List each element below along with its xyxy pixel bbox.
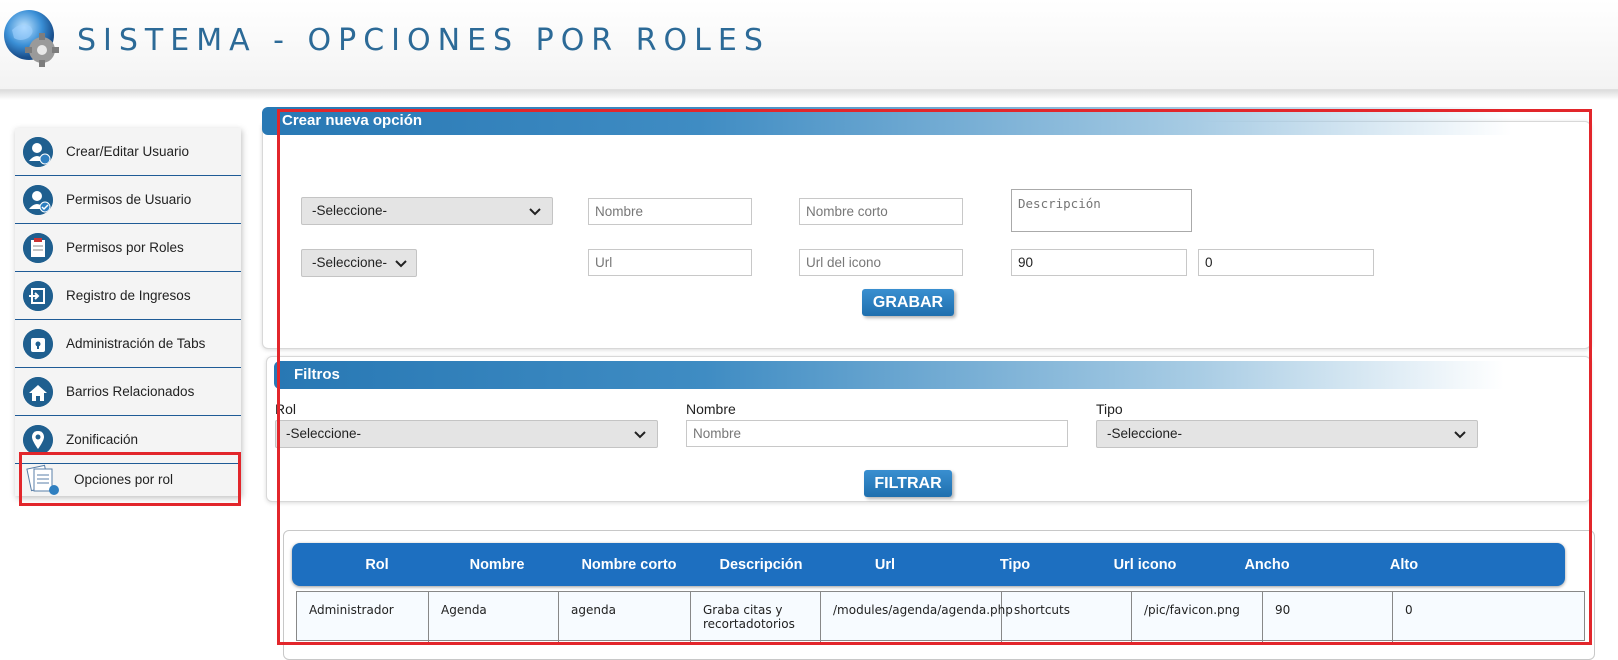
sidebar-menu: Crear/Editar Usuario Permisos de Usuario… [15,128,241,506]
create-panel-title: Crear nueva opción [262,107,1512,135]
home-icon [23,377,53,407]
login-icon [23,281,53,311]
column-header-alto: Alto [1389,557,1419,573]
clipboard-icon [23,233,53,263]
cell-url: /modules/agenda/agenda.php [821,592,1013,642]
column-header-descripcion: Descripción [719,557,803,573]
sidebar-item-permisos-por-roles[interactable]: Permisos por Roles [15,224,241,272]
sidebar-item-label: Permisos por Roles [66,240,184,255]
sidebar-item-label: Administración de Tabs [66,336,206,351]
select-value: -Seleccione- [312,255,388,270]
sidebar-item-label: Crear/Editar Usuario [66,144,190,159]
grabar-button[interactable]: GRABAR [862,289,954,316]
user-edit-icon [23,137,53,167]
create-select-1[interactable]: -Seleccione- [301,197,553,225]
nombre-filter-label: Nombre [686,401,736,417]
filtrar-button[interactable]: FILTRAR [864,470,952,497]
select-value: -Seleccione- [1107,426,1183,441]
url-input[interactable] [588,249,752,276]
cell-url-icono: /pic/favicon.png [1132,592,1263,642]
user-check-icon [23,185,53,215]
header-divider [0,90,1618,100]
descripcion-textarea[interactable] [1011,189,1192,232]
chevron-down-icon [395,260,407,268]
select-value: -Seleccione- [312,203,388,218]
column-header-nombre: Nombre [469,557,525,573]
filter-panel-title: Filtros [274,361,1504,389]
nombre-corto-input[interactable] [799,198,963,225]
cell-rol: Administrador [297,592,429,642]
table-row[interactable]: Administrador Agenda agenda Graba citas … [296,591,1585,642]
cell-tipo: shortcuts [1002,592,1132,642]
cell-alto: 0 [1405,603,1413,617]
sidebar-item-registro-de-ingresos[interactable]: Registro de Ingresos [15,272,241,320]
app-header: SISTEMA - OPCIONES POR ROLES [0,0,1618,90]
tipo-select[interactable]: -Seleccione- [1096,420,1478,448]
rol-select[interactable]: -Seleccione- [275,420,658,448]
ancho-input[interactable] [1011,249,1187,276]
sidebar-item-administracion-de-tabs[interactable]: Administración de Tabs [15,320,241,368]
globe-gear-icon [4,10,59,67]
sidebar-item-crear-editar-usuario[interactable]: Crear/Editar Usuario [15,128,241,176]
rol-label: Rol [275,401,297,417]
sidebar-item-barrios-relacionados[interactable]: Barrios Relacionados [15,368,241,416]
column-header-url-icono: Url icono [1113,557,1177,573]
sidebar-item-label: Registro de Ingresos [66,288,191,303]
column-header-rol: Rol [365,557,389,573]
nombre-filter-input[interactable] [686,420,1068,447]
tipo-label: Tipo [1096,401,1123,417]
nombre-input[interactable] [588,198,752,225]
select-value: -Seleccione- [286,426,362,441]
url-icono-input[interactable] [799,249,963,276]
chevron-down-icon [529,208,541,216]
alto-input[interactable] [1198,249,1374,276]
sidebar-item-label: Opciones por rol [74,471,174,487]
cell-ancho: 90 [1263,592,1393,642]
lock-icon [23,329,53,359]
sidebar-item-label: Zonificación [66,432,139,447]
cell-nombre: Agenda [429,592,559,642]
sidebar-item-label: Permisos de Usuario [66,192,192,207]
column-header-ancho: Ancho [1244,557,1290,573]
sidebar-item-permisos-de-usuario[interactable]: Permisos de Usuario [15,176,241,224]
chevron-down-icon [1454,431,1466,439]
column-header-nombre-corto: Nombre corto [581,557,677,573]
documents-icon [26,464,59,495]
create-select-2[interactable]: -Seleccione- [301,249,417,277]
map-pin-icon [23,425,53,455]
cell-descripcion: Graba citas y recortadotorios [691,592,821,642]
chevron-down-icon [634,431,646,439]
table-header: Rol Nombre Nombre corto Descripción Url … [292,543,1565,586]
column-header-url: Url [874,557,896,573]
sidebar-item-opciones-por-rol[interactable]: Opciones por rol [19,452,241,506]
sidebar-item-label: Barrios Relacionados [66,384,195,399]
page-title: SISTEMA - OPCIONES POR ROLES [77,23,770,58]
cell-nombre-corto: agenda [559,592,691,642]
column-header-tipo: Tipo [999,557,1031,573]
